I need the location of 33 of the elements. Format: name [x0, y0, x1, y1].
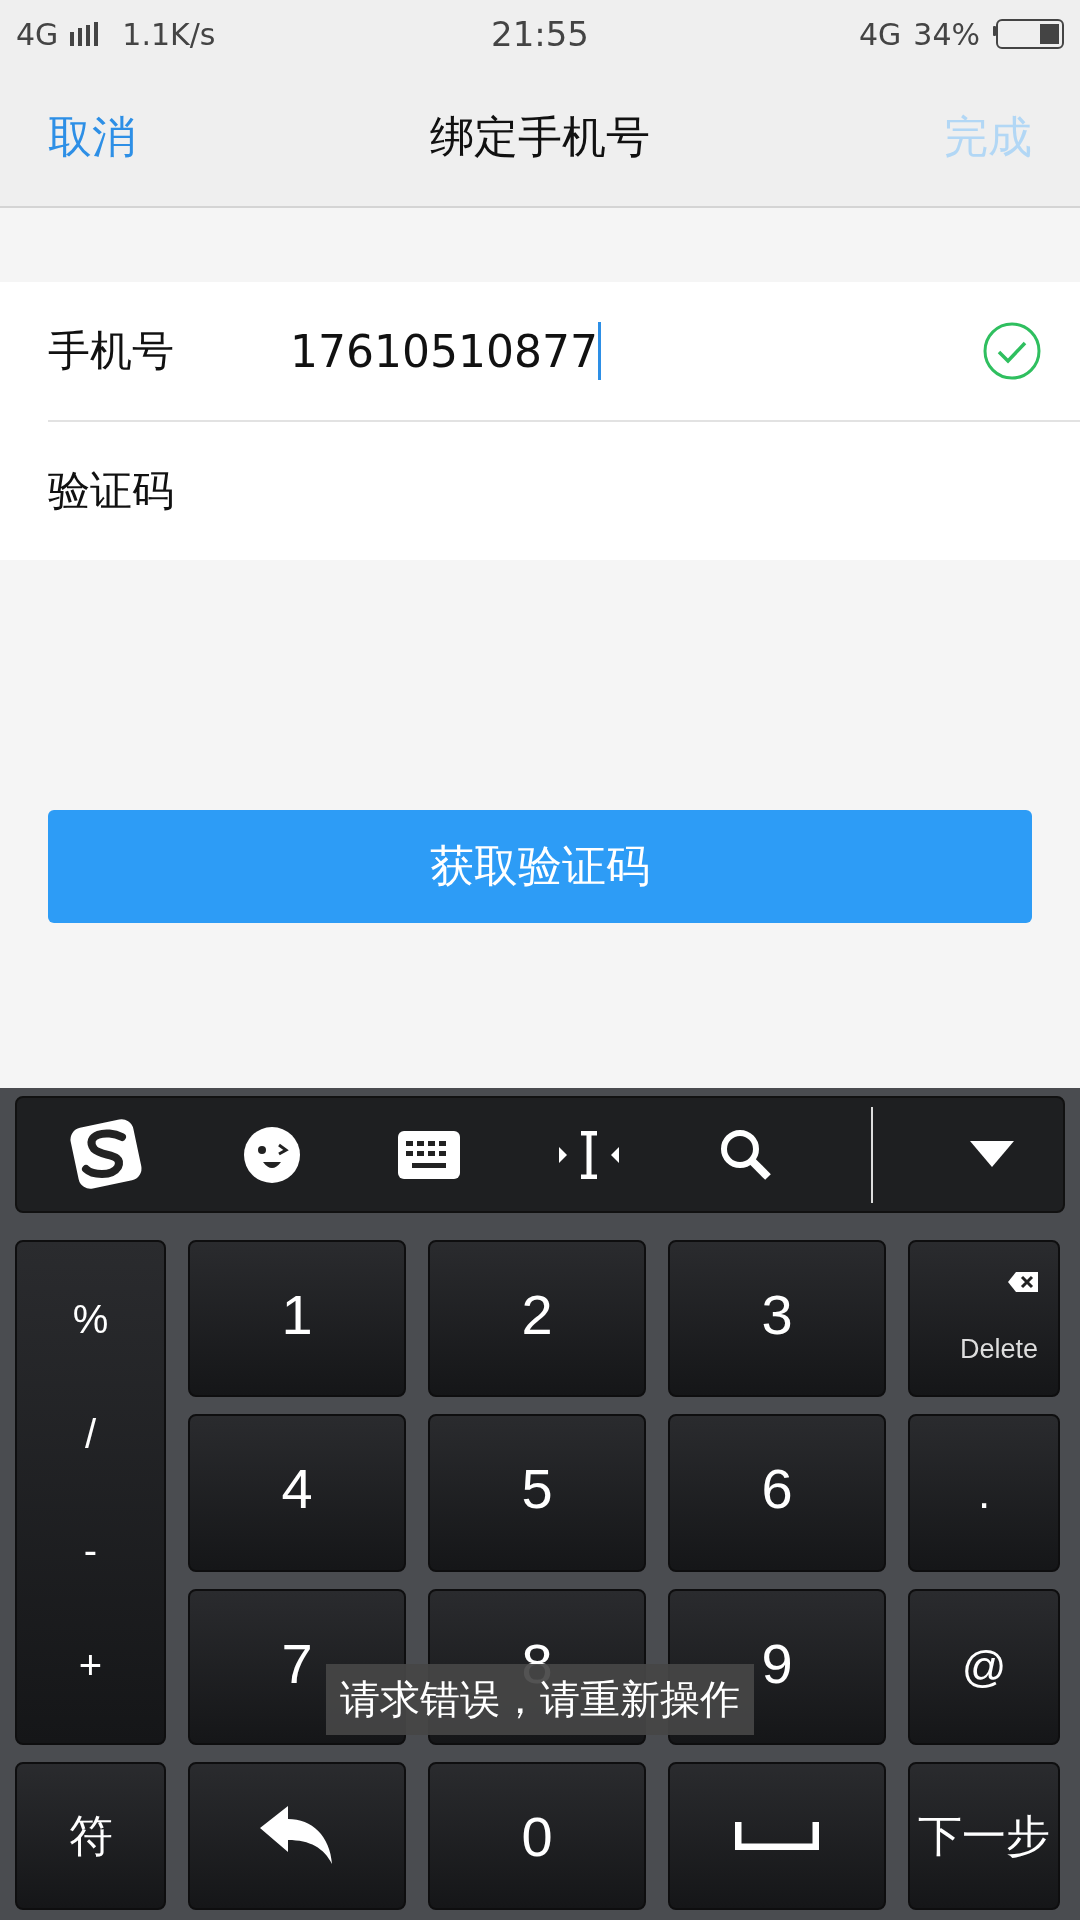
digit-key[interactable]: 1: [188, 1240, 406, 1397]
digit-key[interactable]: 0: [428, 1762, 646, 1910]
digit-key[interactable]: 4: [188, 1414, 406, 1572]
battery-level: 34%: [913, 16, 980, 52]
clock: 21:55: [491, 14, 589, 54]
input-field[interactable]: 17610510877: [290, 321, 982, 381]
emoji-icon[interactable]: [242, 1125, 301, 1184]
text-key[interactable]: 符: [15, 1762, 166, 1910]
battery-icon: [992, 19, 1064, 49]
symbol-key[interactable]: .: [908, 1414, 1060, 1572]
digit-key[interactable]: 3: [668, 1240, 886, 1397]
space-icon: [735, 1822, 819, 1850]
network-type: 4G: [16, 16, 59, 52]
digit-key[interactable]: 6: [668, 1414, 886, 1572]
delete-key[interactable]: Delete: [908, 1240, 1060, 1397]
page-title: 绑定手机号: [430, 109, 650, 164]
space-key[interactable]: [668, 1762, 886, 1910]
keyboard-icon[interactable]: [397, 1130, 460, 1179]
symbol-key-column[interactable]: % / - +: [15, 1240, 166, 1745]
collapse-icon[interactable]: [970, 1140, 1015, 1169]
undo-key[interactable]: [188, 1762, 406, 1910]
field-label: 手机号: [48, 325, 175, 377]
network-speed: 1.1K/s: [122, 16, 216, 52]
field-label: 验证码: [48, 465, 175, 517]
backspace-icon: [1008, 1272, 1038, 1292]
digit-key[interactable]: 5: [428, 1414, 646, 1572]
text-key[interactable]: 下一步: [908, 1762, 1060, 1910]
symbol-key[interactable]: @: [908, 1589, 1060, 1745]
signal-icon: [70, 22, 101, 46]
cursor-move-icon[interactable]: [557, 1130, 621, 1179]
network-type: 4G: [858, 16, 902, 52]
undo-icon: [260, 1806, 334, 1866]
digit-key[interactable]: 2: [428, 1240, 646, 1397]
